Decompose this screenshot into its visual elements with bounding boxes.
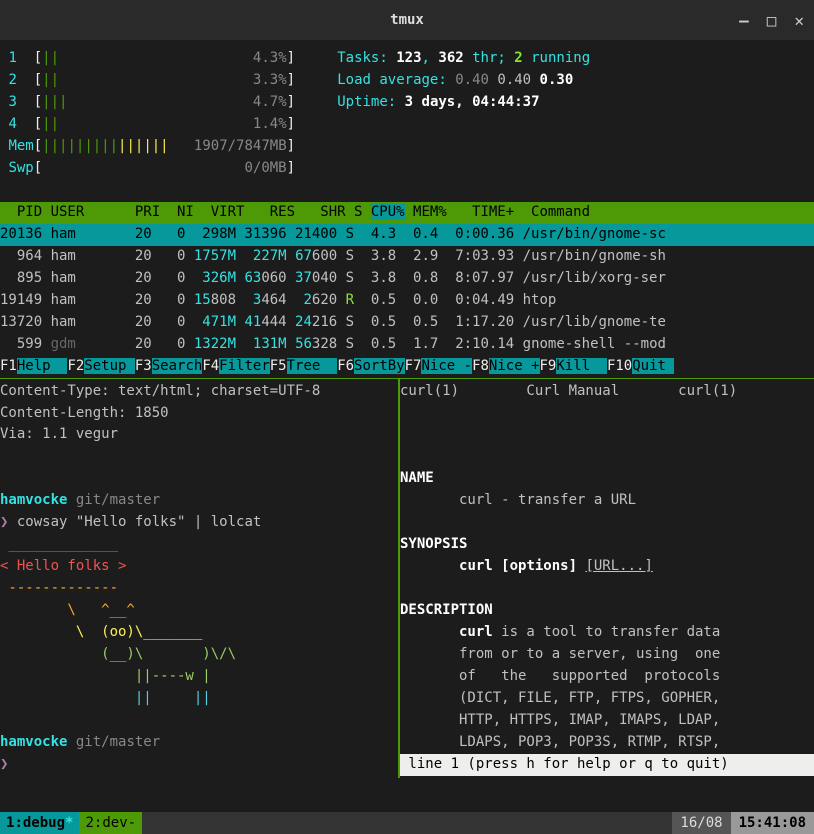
http-header-line: Via: 1.1 vegur xyxy=(0,424,398,446)
cowsay-line: ------------- xyxy=(0,578,398,600)
tmux-pane-right[interactable]: curl(1) Curl Manual curl(1) NAME curl - … xyxy=(400,379,814,778)
prompt-user: hamvocke xyxy=(0,492,67,508)
man-header: curl(1) Curl Manual curl(1) xyxy=(400,381,814,403)
process-row[interactable]: 599 gdm 20 0 1322M 131M 56328 S 0.5 1.7 … xyxy=(0,334,814,356)
cowsay-line: \ (oo)\_______ xyxy=(0,622,398,644)
window-title: tmux xyxy=(390,12,424,28)
process-row[interactable]: 13720 ham 20 0 471M 41444 24216 S 0.5 0.… xyxy=(0,312,814,334)
htop-header[interactable]: PID USER PRI NI VIRT RES SHR S CPU% MEM%… xyxy=(0,202,814,224)
shell-command: cowsay "Hello folks" | lolcat xyxy=(8,514,261,530)
man-section-description: DESCRIPTION xyxy=(400,600,814,622)
fkey-F9[interactable]: F9 xyxy=(540,358,557,374)
cowsay-line: || || xyxy=(0,688,398,710)
fkey-F6[interactable]: F6 xyxy=(337,358,354,374)
fkey-F7[interactable]: F7 xyxy=(405,358,422,374)
tmux-window-2[interactable]: 2:dev- xyxy=(79,812,142,834)
terminal-content: 1 [|| 4.3%] Tasks: 123, 362 thr; 2 runni… xyxy=(0,40,814,778)
window-titlebar: tmux – □ ✕ xyxy=(0,0,814,40)
close-icon[interactable]: ✕ xyxy=(794,11,804,30)
fkey-F4[interactable]: F4 xyxy=(202,358,219,374)
status-date: 16/08 xyxy=(672,812,730,834)
man-status-line: line 1 (press h for help or q to quit) xyxy=(400,754,814,776)
process-row[interactable]: 20136 ham 20 0 298M 31396 21400 S 4.3 0.… xyxy=(0,224,814,246)
cowsay-line: < Hello folks > xyxy=(0,556,398,578)
process-row[interactable]: 19149 ham 20 0 15808 3464 2620 R 0.5 0.0… xyxy=(0,290,814,312)
http-header-line: Content-Type: text/html; charset=UTF-8 xyxy=(0,381,398,403)
fkey-F10[interactable]: F10 xyxy=(607,358,632,374)
fkey-F8[interactable]: F8 xyxy=(472,358,489,374)
man-url-link[interactable]: [URL...] xyxy=(585,558,652,574)
man-section-name: NAME xyxy=(400,468,814,490)
cowsay-line: (__)\ )\/\ xyxy=(0,644,398,666)
tmux-pane-left[interactable]: Content-Type: text/html; charset=UTF-8Co… xyxy=(0,379,400,778)
process-row[interactable]: 895 ham 20 0 326M 63060 37040 S 3.8 0.8 … xyxy=(0,268,814,290)
prompt-branch: git/master xyxy=(76,492,160,508)
http-header-line: Content-Length: 1850 xyxy=(0,403,398,425)
process-row[interactable]: 964 ham 20 0 1757M 227M 67600 S 3.8 2.9 … xyxy=(0,246,814,268)
prompt-char[interactable]: ❯ xyxy=(0,756,8,772)
tmux-status-bar: 1:debug* 2:dev- 16/08 15:41:08 xyxy=(0,812,814,834)
fkey-F2[interactable]: F2 xyxy=(67,358,84,374)
cowsay-line: ||----w | xyxy=(0,666,398,688)
fkey-F1[interactable]: F1 xyxy=(0,358,17,374)
cowsay-line: _____________ xyxy=(0,534,398,556)
status-time: 15:41:08 xyxy=(731,812,814,834)
minimize-icon[interactable]: – xyxy=(739,11,749,30)
man-section-synopsis: SYNOPSIS xyxy=(400,534,814,556)
maximize-icon[interactable]: □ xyxy=(767,11,777,30)
fkey-F5[interactable]: F5 xyxy=(270,358,287,374)
prompt-branch: git/master xyxy=(76,734,160,750)
prompt-user: hamvocke xyxy=(0,734,67,750)
tmux-window-1[interactable]: 1:debug* xyxy=(0,812,79,834)
cowsay-line: \ ^__^ xyxy=(0,600,398,622)
fkey-F3[interactable]: F3 xyxy=(135,358,152,374)
